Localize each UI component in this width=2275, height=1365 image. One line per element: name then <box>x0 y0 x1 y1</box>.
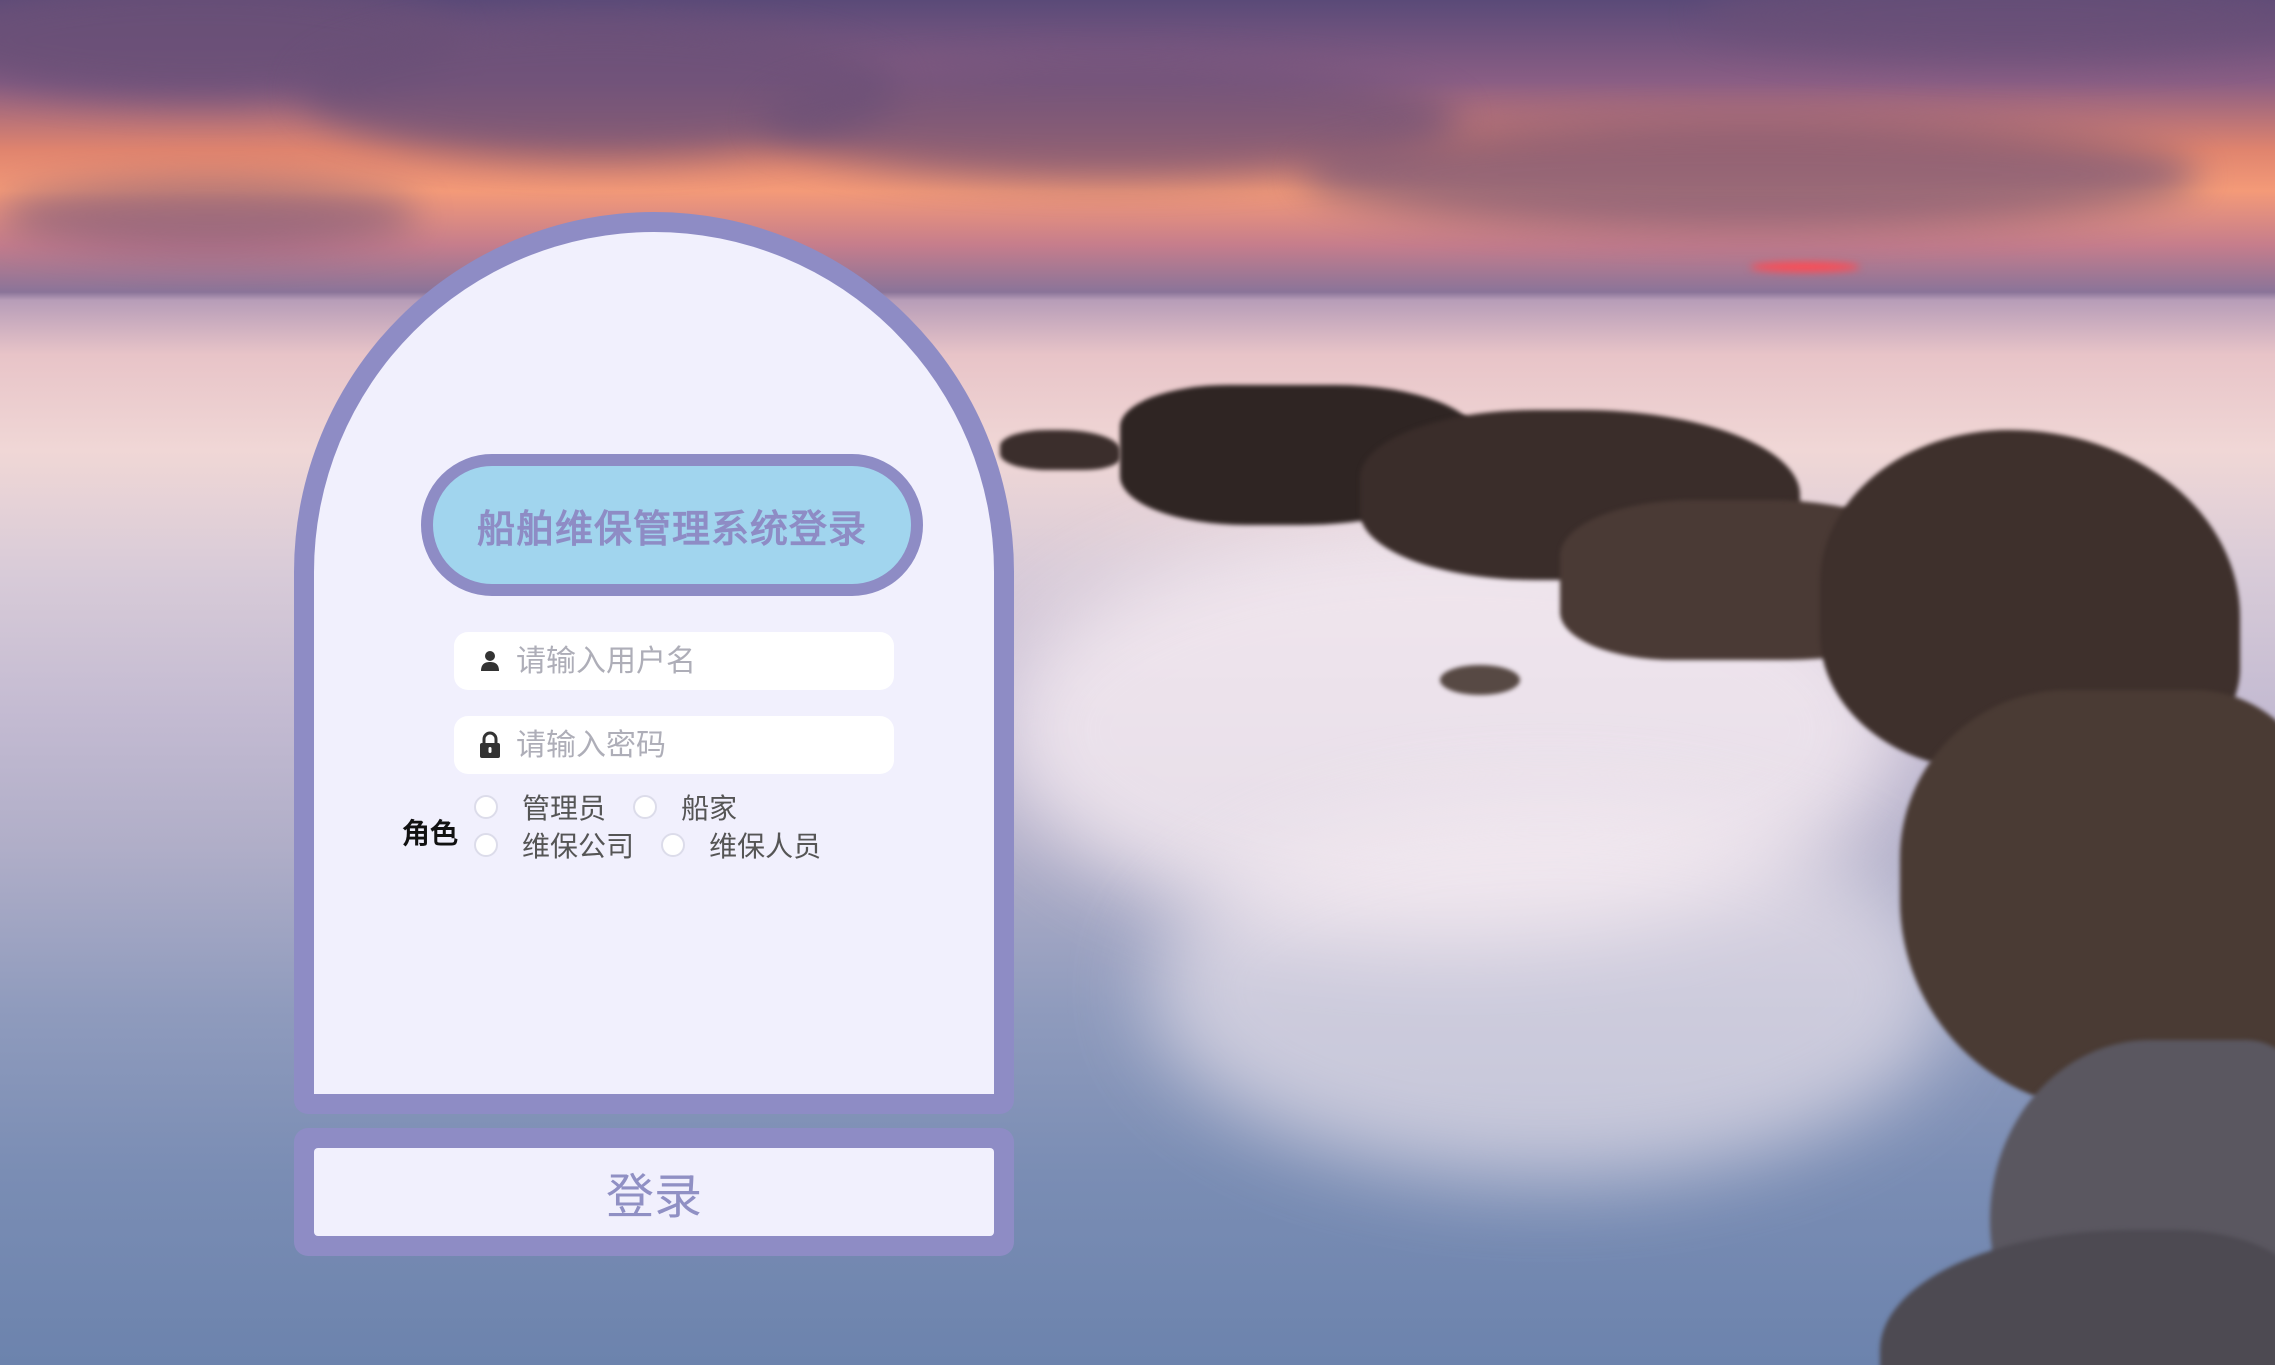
role-label: 角色 <box>402 817 459 850</box>
lock-icon <box>470 731 510 759</box>
login-card: 船舶维保管理系统登录 角色 <box>294 212 1014 1114</box>
role-option-maintenance-staff[interactable]: 维保人员 <box>661 826 821 864</box>
radio-button[interactable] <box>474 795 498 819</box>
role-option-label: 维保人员 <box>709 830 822 863</box>
login-card-body: 船舶维保管理系统登录 角色 <box>314 232 994 1094</box>
login-button[interactable]: 登录 <box>314 1148 994 1236</box>
user-icon <box>470 650 510 672</box>
role-option-label: 船家 <box>681 792 738 825</box>
radio-button[interactable] <box>633 795 658 819</box>
username-field[interactable] <box>454 632 894 690</box>
role-option-shipowner[interactable]: 船家 <box>633 788 737 826</box>
radio-button[interactable] <box>661 833 686 857</box>
role-radio-group: 管理员 船家 维保公司 维保人员 <box>474 788 944 864</box>
login-button-frame: 登录 <box>294 1128 1014 1256</box>
role-option-maintenance-company[interactable]: 维保公司 <box>474 826 634 864</box>
title-pill: 船舶维保管理系统登录 <box>421 454 923 596</box>
username-input[interactable] <box>510 642 878 680</box>
role-option-label: 维保公司 <box>522 830 635 863</box>
password-field[interactable] <box>454 716 894 774</box>
password-input[interactable] <box>510 726 878 764</box>
role-option-label: 管理员 <box>522 792 607 825</box>
radio-button[interactable] <box>474 833 498 857</box>
login-title: 船舶维保管理系统登录 <box>476 506 867 551</box>
role-option-admin[interactable]: 管理员 <box>474 788 606 826</box>
